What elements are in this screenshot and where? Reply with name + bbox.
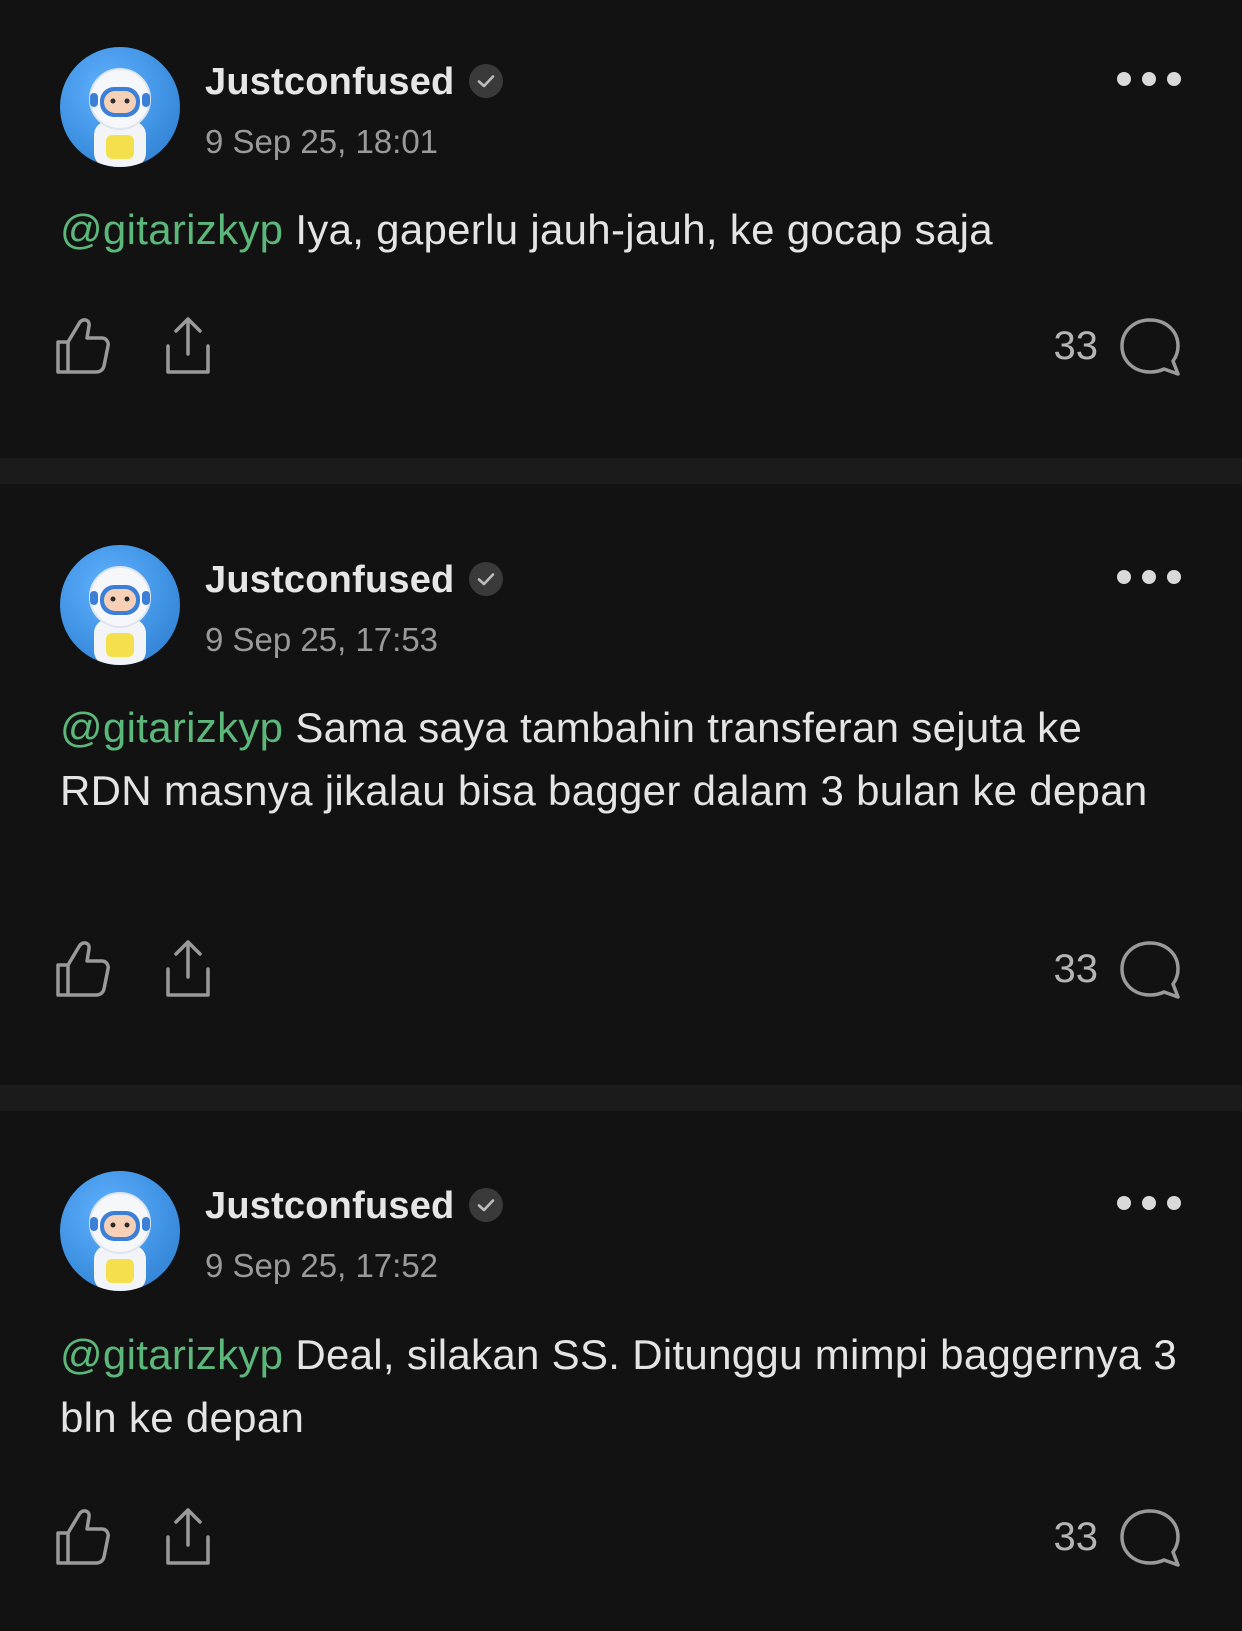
comment-feed: Justconfused 9 Sep 25, 18:01 @gitarizkyp… — [0, 0, 1242, 1631]
mention-link[interactable]: @gitarizkyp — [60, 1331, 283, 1378]
more-dots-icon[interactable] — [1116, 1193, 1182, 1213]
post-separator — [0, 1085, 1242, 1111]
post-header: Justconfused 9 Sep 25, 18:01 — [60, 47, 1182, 167]
thumbs-up-icon[interactable] — [54, 939, 110, 1004]
share-icon[interactable] — [164, 316, 212, 381]
comment-post: Justconfused 9 Sep 25, 18:01 @gitarizkyp… — [0, 0, 1242, 458]
comment-bubble-icon[interactable] — [1118, 939, 1182, 1006]
thumbs-up-icon[interactable] — [54, 1507, 110, 1572]
username[interactable]: Justconfused — [205, 61, 504, 104]
comment-bubble-icon[interactable] — [1118, 316, 1182, 383]
post-header: Justconfused 9 Sep 25, 17:52 — [60, 1171, 1182, 1291]
username[interactable]: Justconfused — [205, 1185, 504, 1228]
post-actions: 33 — [54, 1507, 1182, 1571]
comment-text: @gitarizkyp Deal, silakan SS. Ditunggu m… — [60, 1323, 1182, 1449]
more-dots-icon[interactable] — [1116, 69, 1182, 89]
reply-count: 33 — [1053, 324, 1099, 368]
username-text[interactable]: Justconfused — [205, 1185, 454, 1227]
comment-post: Justconfused 9 Sep 25, 17:52 @gitarizkyp… — [0, 1111, 1242, 1631]
username[interactable]: Justconfused — [205, 559, 504, 602]
avatar[interactable] — [60, 545, 180, 665]
post-header: Justconfused 9 Sep 25, 17:53 — [60, 545, 1182, 665]
mention-link[interactable]: @gitarizkyp — [60, 206, 283, 253]
username-text[interactable]: Justconfused — [205, 61, 454, 103]
mention-link[interactable]: @gitarizkyp — [60, 704, 283, 751]
username-text[interactable]: Justconfused — [205, 559, 454, 601]
comment-text: @gitarizkyp Iya, gaperlu jauh-jauh, ke g… — [60, 198, 1182, 261]
post-actions: 33 — [54, 939, 1182, 1003]
post-timestamp: 9 Sep 25, 18:01 — [205, 123, 439, 160]
more-dots-icon[interactable] — [1116, 567, 1182, 587]
verified-badge-icon — [468, 1187, 504, 1223]
verified-badge-icon — [468, 63, 504, 99]
post-timestamp: 9 Sep 25, 17:53 — [205, 621, 439, 658]
share-icon[interactable] — [164, 939, 212, 1004]
avatar[interactable] — [60, 47, 180, 167]
comment-body: Iya, gaperlu jauh-jauh, ke gocap saja — [283, 206, 993, 253]
share-icon[interactable] — [164, 1507, 212, 1572]
reply-count: 33 — [1053, 947, 1099, 991]
thumbs-up-icon[interactable] — [54, 316, 110, 381]
comment-post: Justconfused 9 Sep 25, 17:53 @gitarizkyp… — [0, 484, 1242, 1085]
comment-text: @gitarizkyp Sama saya tambahin transfera… — [60, 696, 1182, 822]
reply-count: 33 — [1053, 1515, 1099, 1559]
post-timestamp: 9 Sep 25, 17:52 — [205, 1247, 439, 1284]
post-separator — [0, 458, 1242, 484]
verified-badge-icon — [468, 561, 504, 597]
avatar[interactable] — [60, 1171, 180, 1291]
comment-bubble-icon[interactable] — [1118, 1507, 1182, 1574]
post-actions: 33 — [54, 316, 1182, 380]
